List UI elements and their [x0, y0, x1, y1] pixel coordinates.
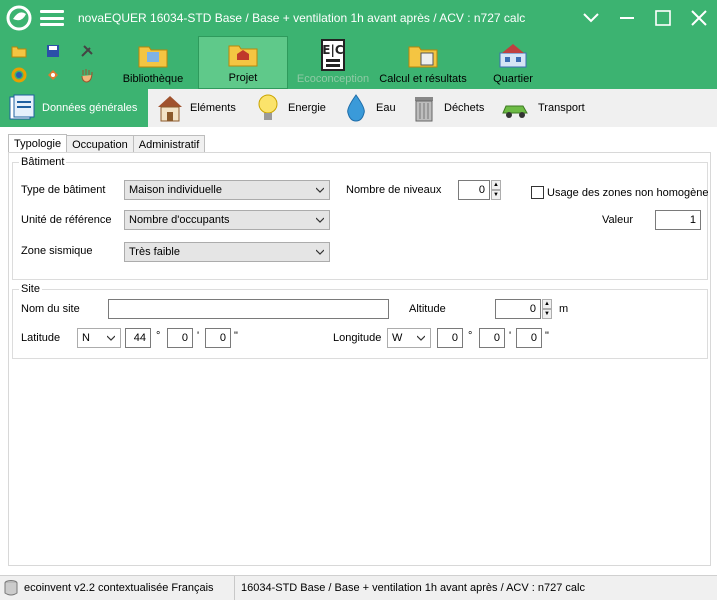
longitude-degree-symbol: ° — [468, 330, 473, 342]
chevron-down-icon — [316, 187, 324, 193]
status-bar: ecoinvent v2.2 contextualisée Français 1… — [0, 575, 717, 600]
altitude-input[interactable]: 0 — [495, 299, 541, 319]
tab-page-typologie: Bâtiment Type de bâtiment Maison individ… — [8, 152, 711, 566]
type-batiment-select[interactable]: Maison individuelle — [124, 180, 330, 200]
form-tabs: Typologie Occupation Administratif — [8, 134, 206, 153]
ribbon-button-quartier[interactable]: Quartier — [486, 36, 540, 89]
longitude-label: Longitude — [333, 332, 382, 344]
latitude-direction-select[interactable]: N — [77, 328, 121, 348]
group-batiment: Bâtiment Type de bâtiment Maison individ… — [12, 156, 709, 280]
maximize-icon[interactable] — [645, 0, 681, 36]
latitude-degree-symbol: ° — [156, 330, 161, 342]
open-folder-icon[interactable] — [10, 42, 28, 60]
subtab-elements[interactable]: Eléments — [156, 89, 236, 127]
quick-access-toolbar — [8, 40, 100, 86]
group-title-batiment: Bâtiment — [19, 156, 67, 168]
longitude-degrees-input[interactable]: 0 — [437, 328, 463, 348]
unite-reference-select[interactable]: Nombre d'occupants — [124, 210, 330, 230]
latitude-seconds-input[interactable]: 0 — [205, 328, 231, 348]
subtab-dechets[interactable]: Déchets — [410, 89, 484, 127]
zone-sismique-select[interactable]: Très faible — [124, 242, 330, 262]
water-drop-icon — [347, 94, 365, 122]
niveaux-spinner[interactable]: ▲ ▼ — [491, 180, 501, 200]
latitude-minutes-input[interactable]: 0 — [167, 328, 193, 348]
subtab-energie[interactable]: Energie — [254, 89, 326, 127]
unite-reference-label: Unité de référence — [21, 214, 112, 226]
latitude-minute-symbol: ' — [197, 330, 200, 342]
project-folder-icon — [228, 45, 258, 67]
ribbon: Bibliothèque Projet E|C Ecoconception Ca… — [0, 36, 717, 89]
refresh-icon[interactable] — [44, 66, 62, 84]
ribbon-button-bibliotheque[interactable]: Bibliothèque — [118, 36, 188, 89]
save-icon[interactable] — [44, 42, 62, 60]
tab-typologie[interactable]: Typologie — [8, 134, 68, 153]
subtab-eau[interactable]: Eau — [342, 89, 396, 127]
chevron-down-icon — [107, 335, 115, 341]
tools-icon[interactable] — [78, 42, 96, 60]
trash-bin-icon — [415, 97, 433, 122]
longitude-minutes-input[interactable]: 0 — [479, 328, 505, 348]
longitude-seconds-input[interactable]: 0 — [516, 328, 542, 348]
calculator-folder-icon — [408, 46, 438, 68]
latitude-second-symbol: " — [234, 330, 238, 342]
nom-site-label: Nom du site — [21, 303, 80, 315]
subtab-donnees-generales[interactable]: Données générales — [0, 89, 148, 127]
group-site: Site Nom du site Altitude 0 ▲ ▼ m Latitud… — [12, 283, 708, 359]
ribbon-button-ecoconception[interactable]: E|C Ecoconception — [292, 36, 374, 89]
window-title: novaEQUER 16034-STD Base / Base + ventil… — [78, 11, 526, 25]
subtab-transport[interactable]: Transport — [498, 89, 585, 127]
tab-occupation[interactable]: Occupation — [66, 135, 134, 153]
altitude-unit: m — [559, 303, 569, 315]
hamburger-menu-icon[interactable] — [40, 8, 64, 28]
database-icon — [4, 580, 18, 596]
group-title-site: Site — [19, 283, 42, 295]
zone-sismique-label: Zone sismique — [21, 245, 93, 257]
svg-text:E|C: E|C — [322, 43, 344, 57]
house-icon — [158, 96, 182, 122]
niveaux-label: Nombre de niveaux — [346, 184, 442, 196]
section-tabs: Données générales Eléments Energie Eau D… — [0, 89, 717, 127]
latitude-degrees-input[interactable]: 44 — [125, 328, 151, 348]
chevron-down-icon — [316, 249, 324, 255]
tab-administratif[interactable]: Administratif — [132, 135, 206, 153]
ribbon-button-projet[interactable]: Projet — [198, 36, 288, 89]
type-batiment-label: Type de bâtiment — [21, 184, 106, 196]
longitude-second-symbol: " — [545, 330, 549, 342]
general-data-icon — [9, 94, 35, 120]
usage-zones-label: Usage des zones non homogène — [547, 187, 709, 199]
title-bar: novaEQUER 16034-STD Base / Base + ventil… — [0, 0, 717, 36]
district-icon — [499, 44, 527, 68]
status-database: ecoinvent v2.2 contextualisée Français — [24, 582, 214, 594]
hand-icon[interactable] — [78, 66, 96, 84]
altitude-spinner[interactable]: ▲ ▼ — [542, 299, 552, 319]
valeur-label: Valeur — [602, 214, 633, 226]
close-icon[interactable] — [681, 0, 717, 36]
altitude-label: Altitude — [409, 303, 446, 315]
car-icon — [502, 105, 528, 118]
longitude-direction-select[interactable]: W — [387, 328, 431, 348]
status-project: 16034-STD Base / Base + ventilation 1h a… — [241, 582, 585, 594]
library-folder-icon — [138, 46, 168, 68]
longitude-minute-symbol: ' — [509, 330, 512, 342]
help-icon[interactable] — [10, 66, 28, 84]
ribbon-button-calcul-resultats[interactable]: Calcul et résultats — [378, 36, 468, 89]
lightbulb-icon — [258, 94, 278, 120]
eco-design-icon: E|C — [321, 39, 345, 71]
main-panel: Typologie Occupation Administratif Bâtim… — [0, 127, 717, 575]
valeur-input[interactable]: 1 — [655, 210, 701, 230]
usage-zones-checkbox[interactable] — [531, 186, 544, 199]
chevron-down-icon — [417, 335, 425, 341]
minimize-icon[interactable] — [609, 0, 645, 36]
chevron-down-icon — [316, 217, 324, 223]
niveaux-input[interactable]: 0 — [458, 180, 490, 200]
leaf-logo-icon — [5, 4, 33, 32]
chevron-down-icon[interactable] — [573, 0, 609, 36]
latitude-label: Latitude — [21, 332, 61, 344]
nom-site-input[interactable] — [108, 299, 389, 319]
